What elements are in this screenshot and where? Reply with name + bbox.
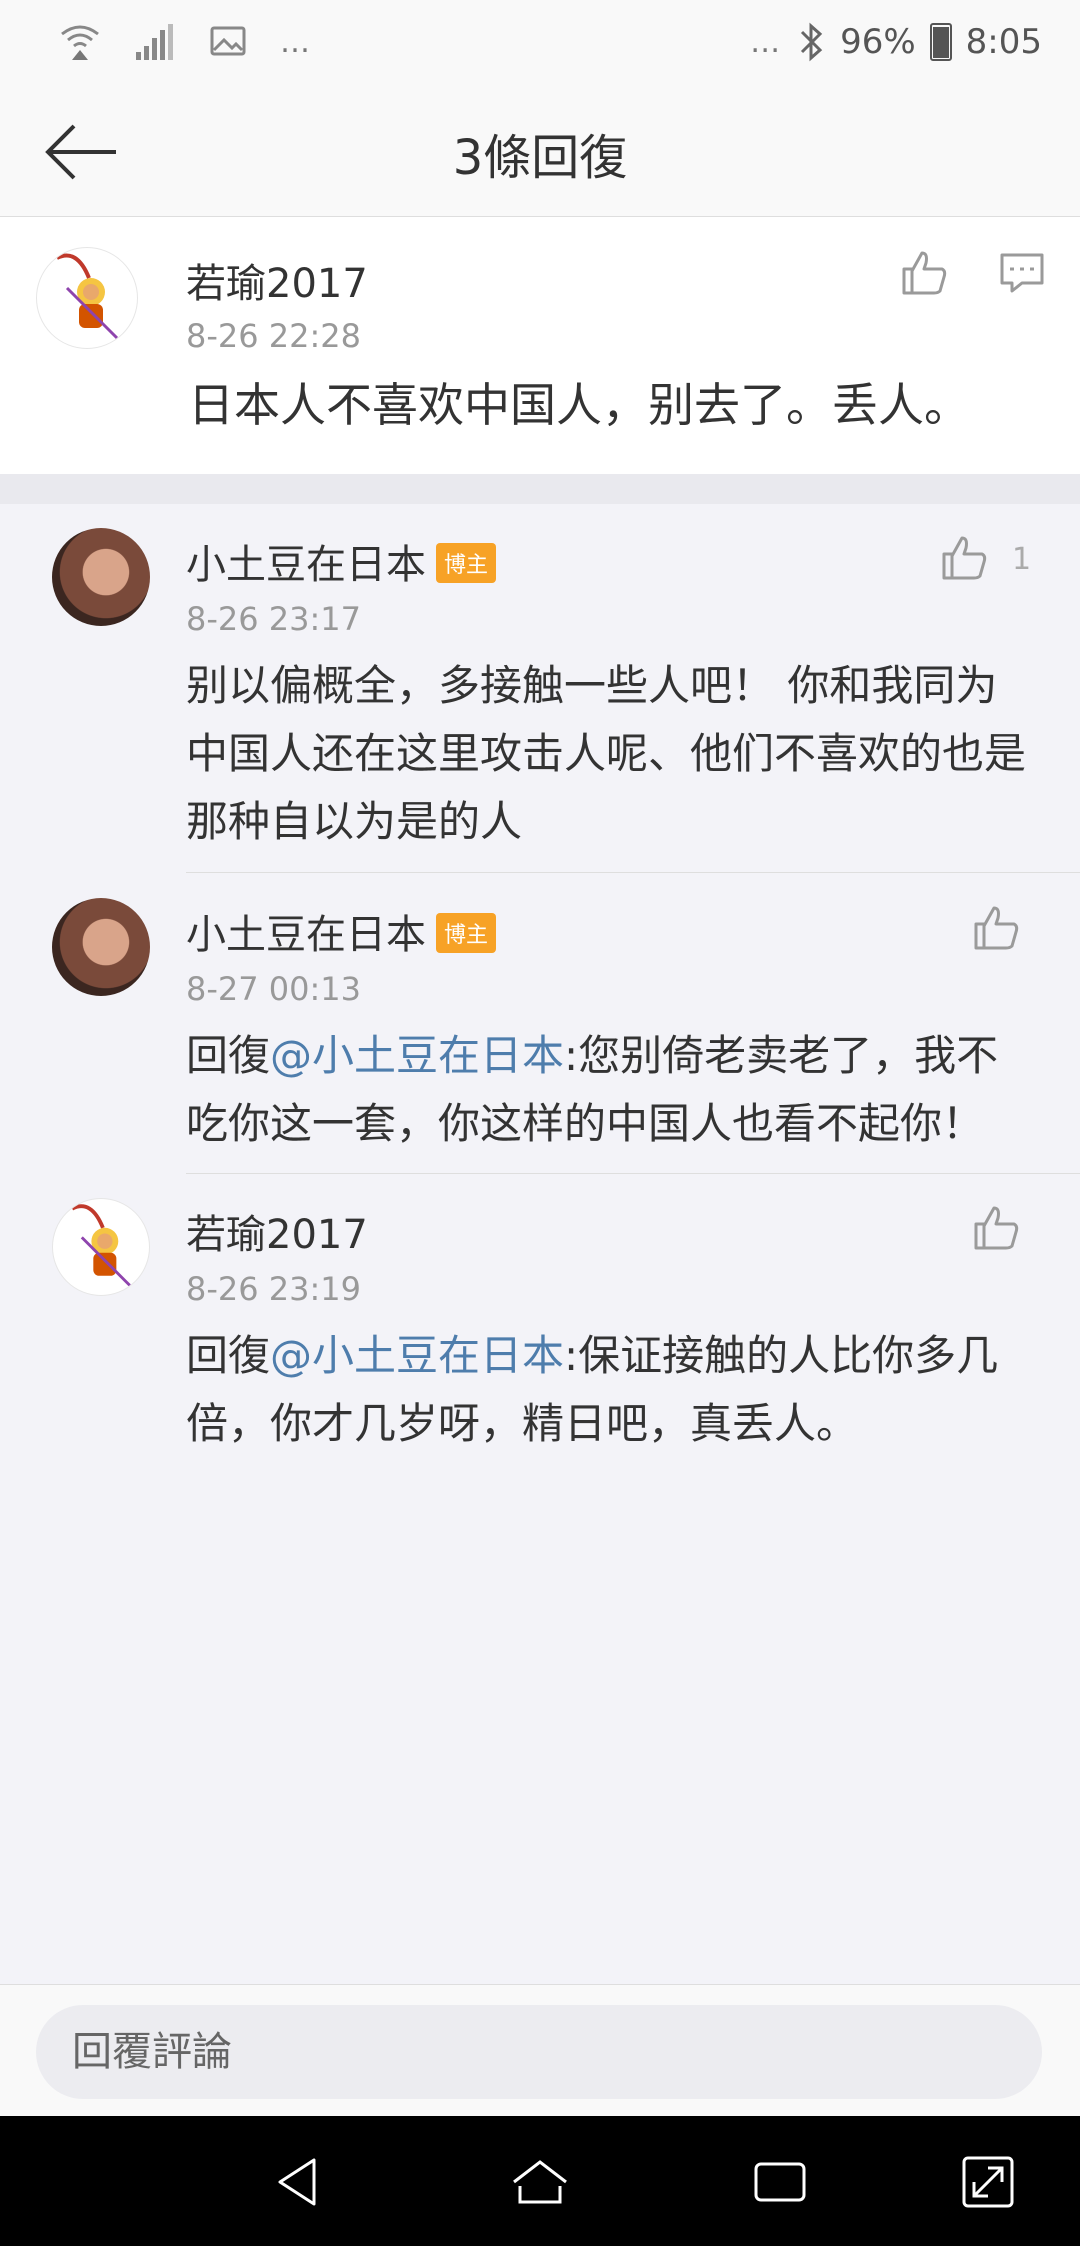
battery-percent: 96% — [840, 22, 916, 62]
image-icon — [210, 26, 246, 56]
reply-time: 8-26 23:17 — [186, 600, 362, 638]
system-nav-bar — [0, 2116, 1080, 2246]
page-title: 3條回復 — [452, 130, 628, 186]
section-divider — [0, 474, 1080, 504]
home-icon[interactable] — [510, 2152, 570, 2212]
status-dots-right: … — [750, 24, 783, 60]
reply-text: 回復@小土豆在日本:您别倚老卖老了，我不 吃你这一套，你这样的中国人也看不起你！ — [186, 1031, 999, 1148]
avatar[interactable] — [52, 1198, 150, 1296]
reply-text: 回復@小土豆在日本:保证接触的人比你多几 倍，你才几岁呀，精日吧，真丢人。 — [186, 1331, 999, 1448]
status-time: 8:05 — [965, 22, 1042, 62]
thumbs-up-icon[interactable] — [970, 1202, 1022, 1254]
reply-input[interactable]: 回覆評論 — [36, 2005, 1042, 2099]
status-dots-left: … — [280, 24, 312, 60]
thumbs-up-icon[interactable] — [970, 902, 1022, 954]
blogger-badge: 博主 — [436, 543, 497, 583]
nav-bar: 3條回復 — [0, 88, 1080, 217]
divider — [186, 872, 1080, 873]
reply-author[interactable]: 若瑜2017 — [186, 1202, 368, 1260]
signal-icon — [136, 24, 173, 60]
battery-icon — [929, 23, 952, 61]
reply-author[interactable]: 小土豆在日本 博主 — [186, 902, 497, 960]
blogger-badge: 博主 — [436, 913, 497, 953]
reply-time: 8-27 00:13 — [186, 970, 362, 1008]
comment-icon[interactable] — [996, 247, 1048, 299]
reply-bar: 回覆評論 — [0, 1984, 1080, 2117]
thumbs-up-icon[interactable] — [938, 532, 990, 584]
status-bar: … … 96% 8:05 — [0, 0, 1080, 88]
bluetooth-icon — [801, 22, 823, 62]
comment-author[interactable]: 若瑜2017 — [186, 251, 368, 309]
avatar[interactable] — [52, 528, 150, 626]
recent-apps-icon[interactable] — [750, 2152, 810, 2212]
mention-link[interactable]: @小土豆在日本 — [270, 1031, 564, 1080]
reply-author[interactable]: 小土豆在日本 博主 — [186, 532, 497, 590]
avatar[interactable] — [36, 247, 138, 349]
like-count: 1 — [1012, 542, 1032, 577]
avatar[interactable] — [52, 898, 150, 996]
main-comment: 若瑜2017 8-26 22:28 日本人不喜欢中国人，别去了。丢人。 — [0, 217, 1080, 474]
thumbs-up-icon[interactable] — [898, 247, 950, 299]
mention-link[interactable]: @小土豆在日本 — [270, 1331, 564, 1380]
comment-text: 日本人不喜欢中国人，别去了。丢人。 — [188, 378, 970, 432]
comment-time: 8-26 22:28 — [186, 317, 362, 355]
reply-time: 8-26 23:19 — [186, 1270, 362, 1308]
back-triangle-icon[interactable] — [270, 2152, 330, 2212]
reply-text: 别以偏概全，多接触一些人吧！ 你和我同为 中国人还在这里攻击人呢、他们不喜欢的也… — [186, 661, 1027, 846]
divider — [186, 1173, 1080, 1174]
expand-icon[interactable] — [958, 2152, 1018, 2212]
wifi-icon — [61, 25, 99, 60]
